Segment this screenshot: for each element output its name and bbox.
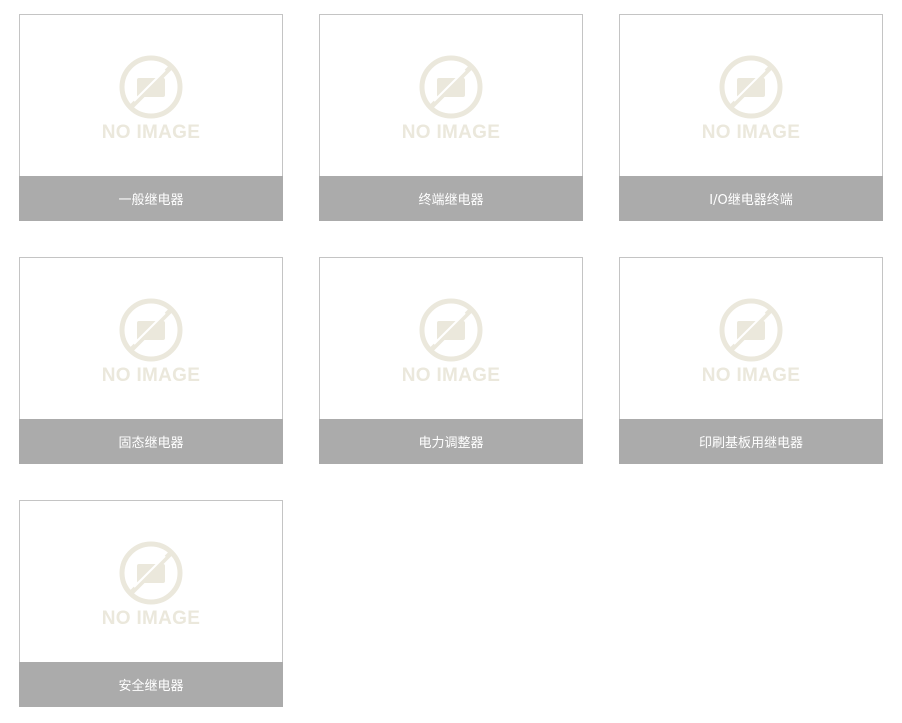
category-label[interactable]: 终端继电器	[319, 176, 583, 221]
category-card-pcb-relay[interactable]: NO IMAGE 印刷基板用继电器	[619, 257, 883, 464]
no-image-icon	[718, 54, 784, 120]
card-image-placeholder[interactable]: NO IMAGE	[620, 258, 882, 419]
no-image-icon	[118, 54, 184, 120]
product-category-grid: NO IMAGE 一般继电器 NO IMAGE 终端继电器 NO IMAGE I…	[19, 14, 883, 707]
category-label[interactable]: 一般继电器	[19, 176, 283, 221]
no-image-text: NO IMAGE	[401, 364, 501, 386]
category-card-terminal-relay[interactable]: NO IMAGE 终端继电器	[319, 14, 583, 221]
card-image-placeholder[interactable]: NO IMAGE	[620, 15, 882, 176]
no-image-icon	[718, 297, 784, 363]
card-image-placeholder[interactable]: NO IMAGE	[320, 15, 582, 176]
category-card-power-controller[interactable]: NO IMAGE 电力调整器	[319, 257, 583, 464]
card-image-placeholder[interactable]: NO IMAGE	[320, 258, 582, 419]
category-label[interactable]: 安全继电器	[19, 662, 283, 707]
category-card-io-relay-terminal[interactable]: NO IMAGE I/O继电器终端	[619, 14, 883, 221]
no-image-icon	[118, 297, 184, 363]
category-label[interactable]: I/O继电器终端	[619, 176, 883, 221]
category-label[interactable]: 印刷基板用继电器	[619, 419, 883, 464]
no-image-text: NO IMAGE	[701, 364, 801, 386]
no-image-icon	[418, 54, 484, 120]
category-card-safety-relay[interactable]: NO IMAGE 安全继电器	[19, 500, 283, 707]
no-image-text: NO IMAGE	[101, 121, 201, 143]
no-image-icon	[418, 297, 484, 363]
card-image-placeholder[interactable]: NO IMAGE	[20, 15, 282, 176]
category-card-general-relay[interactable]: NO IMAGE 一般继电器	[19, 14, 283, 221]
no-image-text: NO IMAGE	[101, 607, 201, 629]
category-label[interactable]: 固态继电器	[19, 419, 283, 464]
card-image-placeholder[interactable]: NO IMAGE	[20, 501, 282, 662]
card-image-placeholder[interactable]: NO IMAGE	[20, 258, 282, 419]
no-image-text: NO IMAGE	[401, 121, 501, 143]
no-image-text: NO IMAGE	[701, 121, 801, 143]
category-label[interactable]: 电力调整器	[319, 419, 583, 464]
no-image-icon	[118, 540, 184, 606]
category-card-solid-state-relay[interactable]: NO IMAGE 固态继电器	[19, 257, 283, 464]
no-image-text: NO IMAGE	[101, 364, 201, 386]
